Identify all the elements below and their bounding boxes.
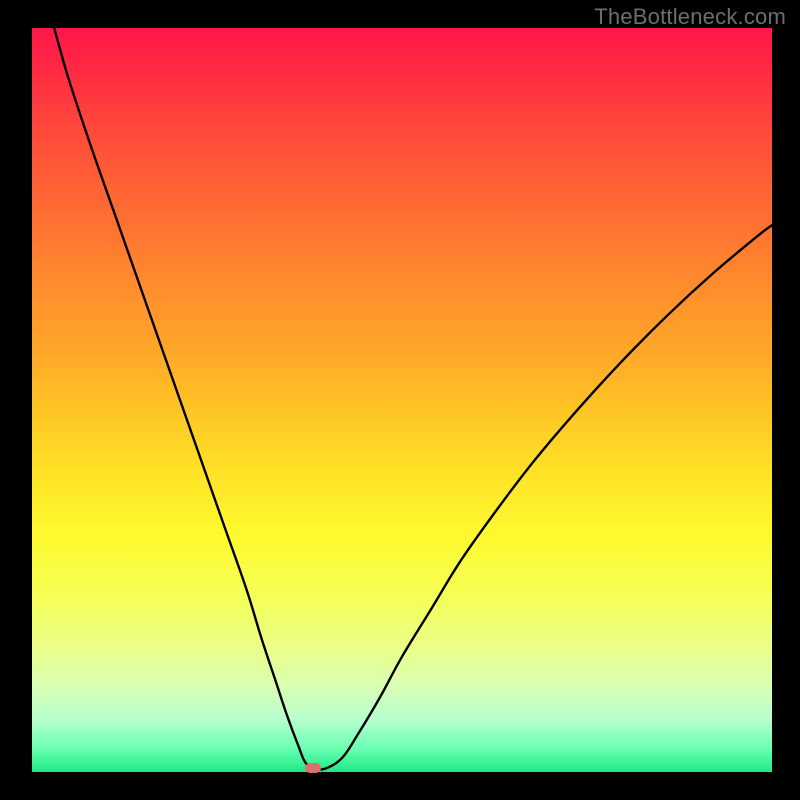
min-point-marker: [305, 763, 321, 773]
watermark-text: TheBottleneck.com: [594, 4, 786, 30]
chart-frame: TheBottleneck.com: [0, 0, 800, 800]
bottleneck-curve: [32, 28, 772, 772]
plot-area: [32, 28, 772, 772]
